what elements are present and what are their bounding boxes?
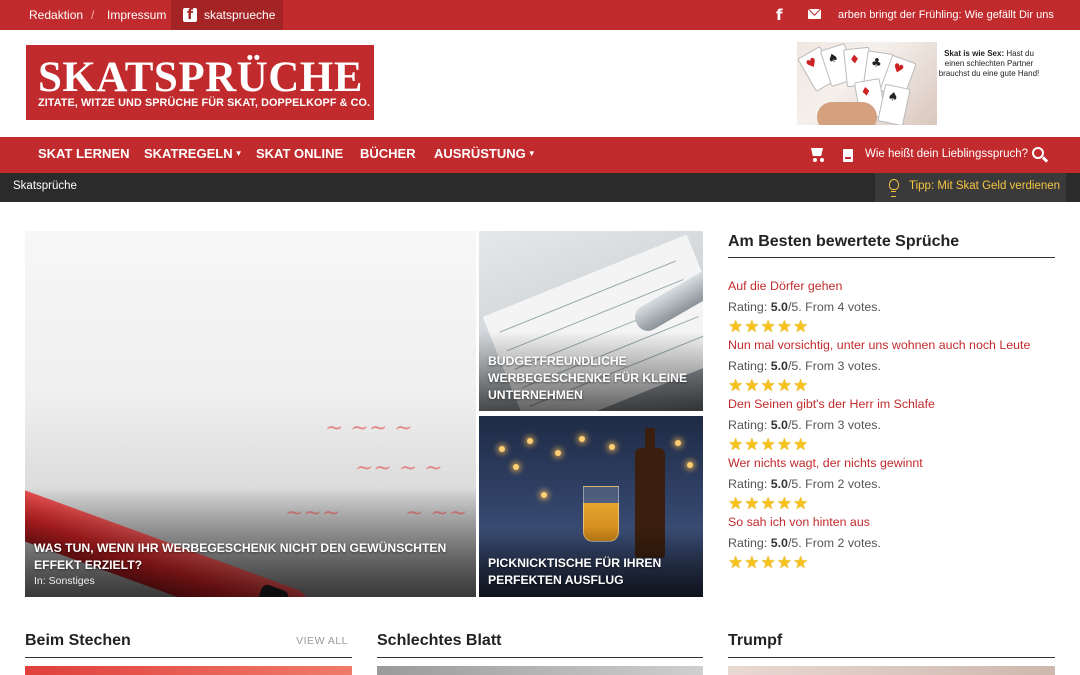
rating-text: Rating: 5.0/5. From 2 votes. <box>728 477 881 491</box>
post-thumbnail[interactable] <box>728 666 1055 675</box>
featured-title[interactable]: WAS TUN, WENN IHR WERBEGESCHENK NICHT DE… <box>34 540 454 574</box>
facebook-link[interactable]: skatsprueche <box>171 0 283 30</box>
post-thumbnail[interactable] <box>25 666 352 675</box>
view-all-link[interactable]: VIEW ALL <box>296 635 348 647</box>
star-icon: ★ <box>728 553 744 573</box>
star-rating[interactable]: ★★★★★ <box>728 435 1055 455</box>
list-item: Auf die Dörfer gehen Rating: 5.0/5. From… <box>728 278 1055 337</box>
nav-skat-online[interactable]: SKAT ONLINE <box>256 137 343 173</box>
star-rating[interactable]: ★★★★★ <box>728 553 1055 573</box>
rating-text: Rating: 5.0/5. From 4 votes. <box>728 300 881 314</box>
star-rating[interactable]: ★★★★★ <box>728 376 1055 396</box>
facebook-label: skatsprueche <box>204 8 276 22</box>
saying-link[interactable]: Wer nichts wagt, der nichts gewinnt <box>728 455 1055 471</box>
star-icon: ★ <box>744 317 760 337</box>
saying-link[interactable]: Nun mal vorsichtig, unter uns wohnen auc… <box>728 337 1055 353</box>
featured-title[interactable]: PICKNICKTISCHE FÜR IHREN PERFEKTEN AUSFL… <box>488 555 693 589</box>
top-bar: Redaktion / Impressum skatsprueche f arb… <box>0 0 1080 30</box>
star-icon: ★ <box>760 435 776 455</box>
featured-post-3[interactable]: PICKNICKTISCHE FÜR IHREN PERFEKTEN AUSFL… <box>479 416 703 597</box>
list-item: Den Seinen gibt's der Herr im Schlafe Ra… <box>728 396 1055 455</box>
star-icon: ★ <box>744 553 760 573</box>
star-icon: ★ <box>776 435 792 455</box>
chevron-down-icon: ▼ <box>234 149 243 158</box>
playing-cards-image: ♥ ♠ ♦ ♣ ♥ ♦ ♠ <box>797 42 937 125</box>
book-icon[interactable] <box>843 149 853 162</box>
facebook-square-icon <box>183 7 197 23</box>
list-item: Wer nichts wagt, der nichts gewinnt Rati… <box>728 455 1055 514</box>
post-category: In: Sonstiges <box>34 575 95 587</box>
section-beim-stechen: Beim Stechen VIEW ALL <box>25 631 352 675</box>
search-icon[interactable] <box>1032 147 1044 159</box>
featured-post-main[interactable]: ~ ~~ ~ ~~ ~ ~ ~ ~~ ~~~ WAS TUN, WENN IHR… <box>25 231 476 597</box>
post-thumbnail[interactable] <box>377 666 703 675</box>
top-rated-widget: Am Besten bewertete Sprüche Auf die Dörf… <box>728 231 1055 572</box>
star-icon: ★ <box>728 376 744 396</box>
star-icon: ★ <box>776 376 792 396</box>
topbar-link-redaktion[interactable]: Redaktion <box>29 0 83 30</box>
lightbulb-icon <box>889 179 899 197</box>
facebook-icon[interactable]: f <box>776 6 783 24</box>
star-icon: ★ <box>776 494 792 514</box>
star-icon: ★ <box>793 435 809 455</box>
star-rating[interactable]: ★★★★★ <box>728 317 1055 337</box>
topbar-separator: / <box>91 8 95 22</box>
featured-post-2[interactable]: BUDGETFREUNDLICHE WERBEGESCHENKE FÜR KLE… <box>479 231 703 411</box>
logo-subtitle: ZITATE, WITZE UND SPRÜCHE FÜR SKAT, DOPP… <box>38 97 371 109</box>
main-navigation: SKAT LERNEN SKATREGELN ▼ SKAT ONLINE BÜCH… <box>0 137 1080 173</box>
section-title[interactable]: Trumpf <box>728 631 1055 651</box>
list-item: So sah ich von hinten aus Rating: 5.0/5.… <box>728 514 1055 573</box>
news-ticker[interactable]: arben bringt der Frühling: Wie gefällt D… <box>838 0 1058 30</box>
star-icon: ★ <box>760 317 776 337</box>
chevron-down-icon: ▼ <box>527 149 536 158</box>
star-icon: ★ <box>728 317 744 337</box>
tip-link[interactable]: Tipp: Mit Skat Geld verdienen <box>875 173 1066 202</box>
star-icon: ★ <box>793 494 809 514</box>
star-icon: ★ <box>793 553 809 573</box>
star-icon: ★ <box>744 435 760 455</box>
star-icon: ★ <box>744 494 760 514</box>
saying-link[interactable]: Auf die Dörfer gehen <box>728 278 1055 294</box>
star-icon: ★ <box>793 317 809 337</box>
favorite-saying-link[interactable]: Wie heißt dein Lieblingsspruch? <box>865 137 1028 171</box>
list-item: Nun mal vorsichtig, unter uns wohnen auc… <box>728 337 1055 396</box>
rating-text: Rating: 5.0/5. From 2 votes. <box>728 536 881 550</box>
nav-ausruestung[interactable]: AUSRÜSTUNG ▼ <box>434 137 536 173</box>
star-icon: ★ <box>728 435 744 455</box>
rating-text: Rating: 5.0/5. From 3 votes. <box>728 418 881 432</box>
featured-title[interactable]: BUDGETFREUNDLICHE WERBEGESCHENKE FÜR KLE… <box>488 353 693 404</box>
widget-title: Am Besten bewertete Sprüche <box>728 231 1055 258</box>
header-ad-text: Skat is wie Sex: Hast du einen schlechte… <box>938 49 1040 78</box>
tip-label: Tipp: Mit Skat Geld verdienen <box>909 180 1061 192</box>
site-logo[interactable]: SKATSPRÜCHE ZITATE, WITZE UND SPRÜCHE FÜ… <box>26 45 374 120</box>
star-icon: ★ <box>744 376 760 396</box>
star-icon: ★ <box>760 376 776 396</box>
nav-buecher[interactable]: BÜCHER <box>360 137 416 173</box>
star-icon: ★ <box>760 553 776 573</box>
star-icon: ★ <box>776 317 792 337</box>
header-ad-banner[interactable]: ♥ ♠ ♦ ♣ ♥ ♦ ♠ Skat is wie Sex: Hast du e… <box>797 42 1042 125</box>
saying-link[interactable]: So sah ich von hinten aus <box>728 514 1055 530</box>
star-icon: ★ <box>760 494 776 514</box>
star-rating[interactable]: ★★★★★ <box>728 494 1055 514</box>
breadcrumb-bar: Skatsprüche Tipp: Mit Skat Geld verdiene… <box>0 173 1080 202</box>
star-icon: ★ <box>776 553 792 573</box>
star-icon: ★ <box>793 376 809 396</box>
section-title[interactable]: Schlechtes Blatt <box>377 631 703 651</box>
section-trumpf: Trumpf <box>728 631 1055 675</box>
section-schlechtes-blatt: Schlechtes Blatt <box>377 631 703 675</box>
nav-skat-lernen[interactable]: SKAT LERNEN <box>38 137 129 173</box>
topbar-link-impressum[interactable]: Impressum <box>107 0 166 30</box>
category-link[interactable]: Sonstiges <box>49 575 95 587</box>
saying-link[interactable]: Den Seinen gibt's der Herr im Schlafe <box>728 396 1055 412</box>
nav-skatregeln[interactable]: SKATREGELN ▼ <box>144 137 243 173</box>
mail-icon[interactable] <box>808 9 821 19</box>
breadcrumb[interactable]: Skatsprüche <box>13 173 77 200</box>
rating-text: Rating: 5.0/5. From 3 votes. <box>728 359 881 373</box>
star-icon: ★ <box>728 494 744 514</box>
logo-title: SKATSPRÜCHE <box>38 54 363 101</box>
